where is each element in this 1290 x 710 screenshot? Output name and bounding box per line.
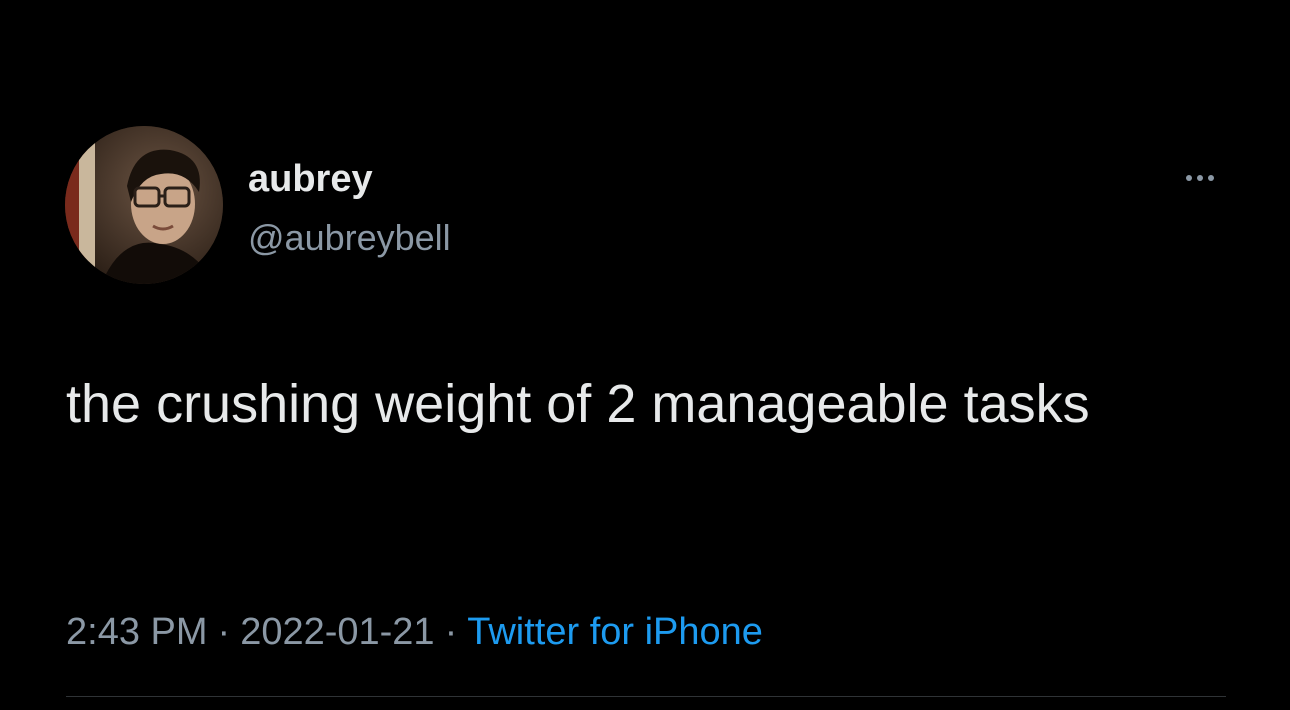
tweet-source-link[interactable]: Twitter for iPhone bbox=[467, 611, 763, 653]
meta-separator: · bbox=[444, 611, 458, 653]
tweet: aubrey @aubreybell the crushing weight o… bbox=[0, 0, 1290, 710]
more-options-icon bbox=[1186, 175, 1192, 181]
divider bbox=[66, 696, 1226, 697]
user-handle[interactable]: @aubreybell bbox=[248, 216, 451, 260]
tweet-time[interactable]: 2:43 PM bbox=[66, 611, 208, 653]
more-options-button[interactable] bbox=[1168, 160, 1232, 196]
more-options-icon bbox=[1197, 175, 1203, 181]
avatar[interactable] bbox=[65, 126, 223, 284]
profile-photo-icon bbox=[65, 126, 223, 284]
tweet-text: the crushing weight of 2 manageable task… bbox=[66, 374, 1090, 434]
meta-separator: · bbox=[217, 611, 231, 653]
more-options-icon bbox=[1208, 175, 1214, 181]
tweet-date[interactable]: 2022-01-21 bbox=[240, 611, 434, 653]
tweet-meta: 2:43 PM · 2022-01-21 · Twitter for iPhone bbox=[66, 608, 763, 656]
display-name[interactable]: aubrey bbox=[248, 156, 373, 202]
